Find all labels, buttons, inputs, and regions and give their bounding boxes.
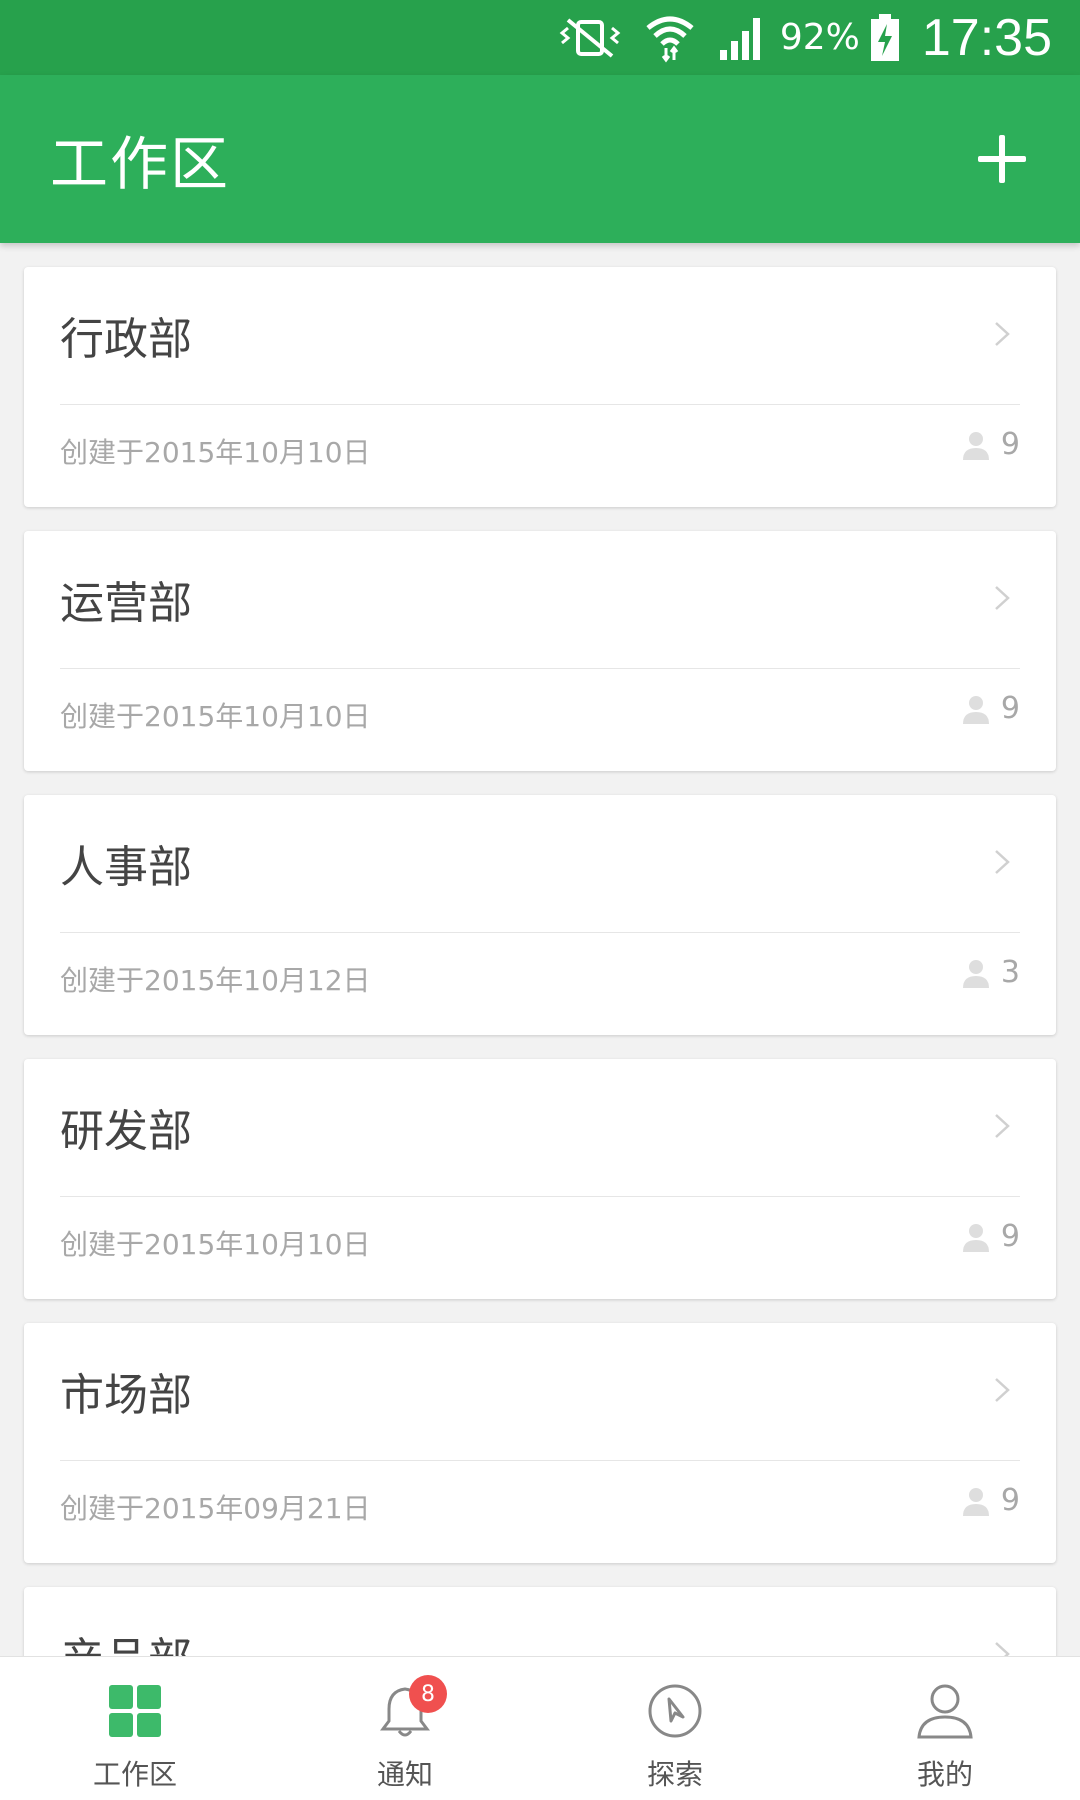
member-count-value: 9 [1000,1483,1020,1518]
created-date: 创建于2015年09月21日 [60,1492,371,1525]
divider [60,1460,1020,1461]
created-date: 创建于2015年10月10日 [60,1228,371,1261]
battery-charging-icon [870,13,900,62]
nav-explore[interactable]: 探索 [540,1657,810,1800]
created-date: 创建于2015年10月12日 [60,964,371,997]
nav-notifications[interactable]: 8 通知 [270,1657,540,1800]
nav-label: 探索 [646,1758,703,1791]
department-card[interactable]: 行政部 创建于2015年10月10日 9 [24,267,1056,507]
nav-label: 我的 [916,1758,973,1791]
nav-label: 工作区 [92,1758,177,1791]
department-name: 运营部 [60,578,192,629]
person-icon [962,431,989,460]
divider [60,404,1020,405]
person-icon [917,1684,973,1739]
grid-icon [109,1685,161,1737]
vibrate-mute-icon [558,16,622,60]
department-name: 研发部 [60,1106,192,1157]
department-name: 人事部 [60,842,192,893]
person-icon [962,959,989,988]
department-card[interactable]: 运营部 创建于2015年10月10日 9 [24,531,1056,771]
chevron-right-icon [995,1642,1010,1656]
page-title: 工作区 [50,130,231,198]
created-date: 创建于2015年10月10日 [60,436,371,469]
app-bar: 工作区 [0,75,1080,243]
nav-workspace[interactable]: 工作区 [0,1657,270,1800]
divider [60,1196,1020,1197]
chevron-right-icon [995,322,1010,346]
member-count-value: 3 [1000,955,1020,990]
compass-icon [648,1684,702,1738]
status-bar: 92% 17:35 [0,0,1080,75]
battery-percentage: 92% [779,17,860,58]
nav-label: 通知 [376,1758,433,1791]
member-count-value: 9 [1000,1219,1020,1254]
member-count: 9 [961,691,1020,726]
department-name: 产品部 [60,1623,192,1656]
department-card[interactable]: 人事部 创建于2015年10月12日 3 [24,795,1056,1035]
person-icon [962,1223,989,1252]
signal-icon [718,14,766,62]
nav-profile[interactable]: 我的 [810,1657,1080,1800]
member-count-value: 9 [1000,427,1020,462]
chevron-right-icon [995,1114,1010,1138]
department-name: 行政部 [60,314,192,365]
chevron-right-icon [995,850,1010,874]
add-button[interactable] [972,129,1032,189]
bell-icon-wrapper: 8 [375,1675,447,1741]
member-count: 9 [961,1483,1020,1518]
divider [60,668,1020,669]
department-card[interactable]: 市场部 创建于2015年09月21日 9 [24,1323,1056,1563]
department-card[interactable]: 产品部 [24,1587,1056,1656]
person-icon [962,695,989,724]
member-count-value: 9 [1000,691,1020,726]
created-date: 创建于2015年10月10日 [60,700,371,733]
member-count: 9 [961,1219,1020,1254]
department-name: 市场部 [60,1370,192,1421]
clock: 17:35 [921,8,1052,67]
wifi-icon [644,12,696,64]
member-count: 3 [961,955,1020,990]
member-count: 9 [961,427,1020,462]
notification-badge: 8 [409,1675,447,1713]
divider [60,932,1020,933]
bottom-navigation: 工作区 8 通知 探索 我的 [0,1656,1080,1800]
department-list[interactable]: 行政部 创建于2015年10月10日 9 运营部 创建于2015年10月10日 … [0,243,1080,1656]
chevron-right-icon [995,1378,1010,1402]
department-card[interactable]: 研发部 创建于2015年10月10日 9 [24,1059,1056,1299]
chevron-right-icon [995,586,1010,610]
person-icon [962,1487,989,1516]
